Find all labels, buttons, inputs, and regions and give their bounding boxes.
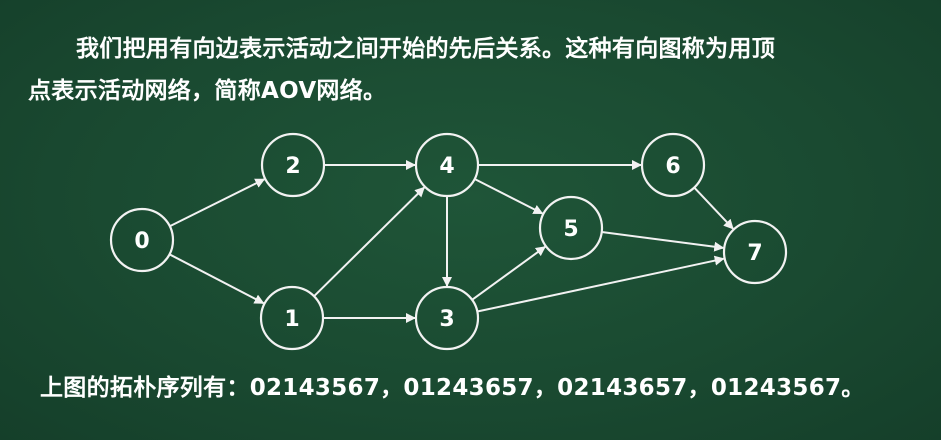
- node-label-6: 6: [665, 154, 680, 179]
- edge-0-to-1: [169, 253, 265, 305]
- node-2: 2: [260, 132, 326, 198]
- edges-layer: [169, 160, 734, 323]
- node-5: 5: [538, 195, 604, 261]
- node-label-2: 2: [285, 154, 300, 179]
- topological-sequences: 上图的拓朴序列有：02143567，01243657，02143657，0124…: [40, 375, 865, 401]
- node-7: 7: [722, 219, 788, 285]
- node-label-3: 3: [439, 307, 454, 332]
- edge-6-to-7: [693, 186, 734, 230]
- edge-5-to-7: [601, 231, 725, 252]
- slide: 我们把用有向边表示活动之间开始的先后关系。这种有向图称为用顶 点表示活动网络，简…: [0, 0, 941, 440]
- edge-3-to-5: [471, 245, 546, 301]
- node-0: 0: [109, 207, 175, 273]
- nodes-layer: 0 1 2 3 4 5 6 7: [109, 132, 788, 351]
- node-label-4: 4: [439, 154, 454, 179]
- node-label-7: 7: [747, 241, 762, 266]
- node-label-0: 0: [134, 229, 149, 254]
- node-4: 4: [414, 132, 480, 198]
- node-3: 3: [414, 285, 480, 351]
- node-6: 6: [640, 132, 706, 198]
- edge-3-to-7: [477, 255, 725, 313]
- node-label-5: 5: [563, 217, 578, 242]
- edge-0-to-2: [169, 178, 266, 228]
- node-1: 1: [259, 285, 325, 351]
- edge-4-to-5: [474, 178, 544, 215]
- edge-1-to-4: [313, 186, 425, 297]
- node-label-1: 1: [284, 307, 299, 332]
